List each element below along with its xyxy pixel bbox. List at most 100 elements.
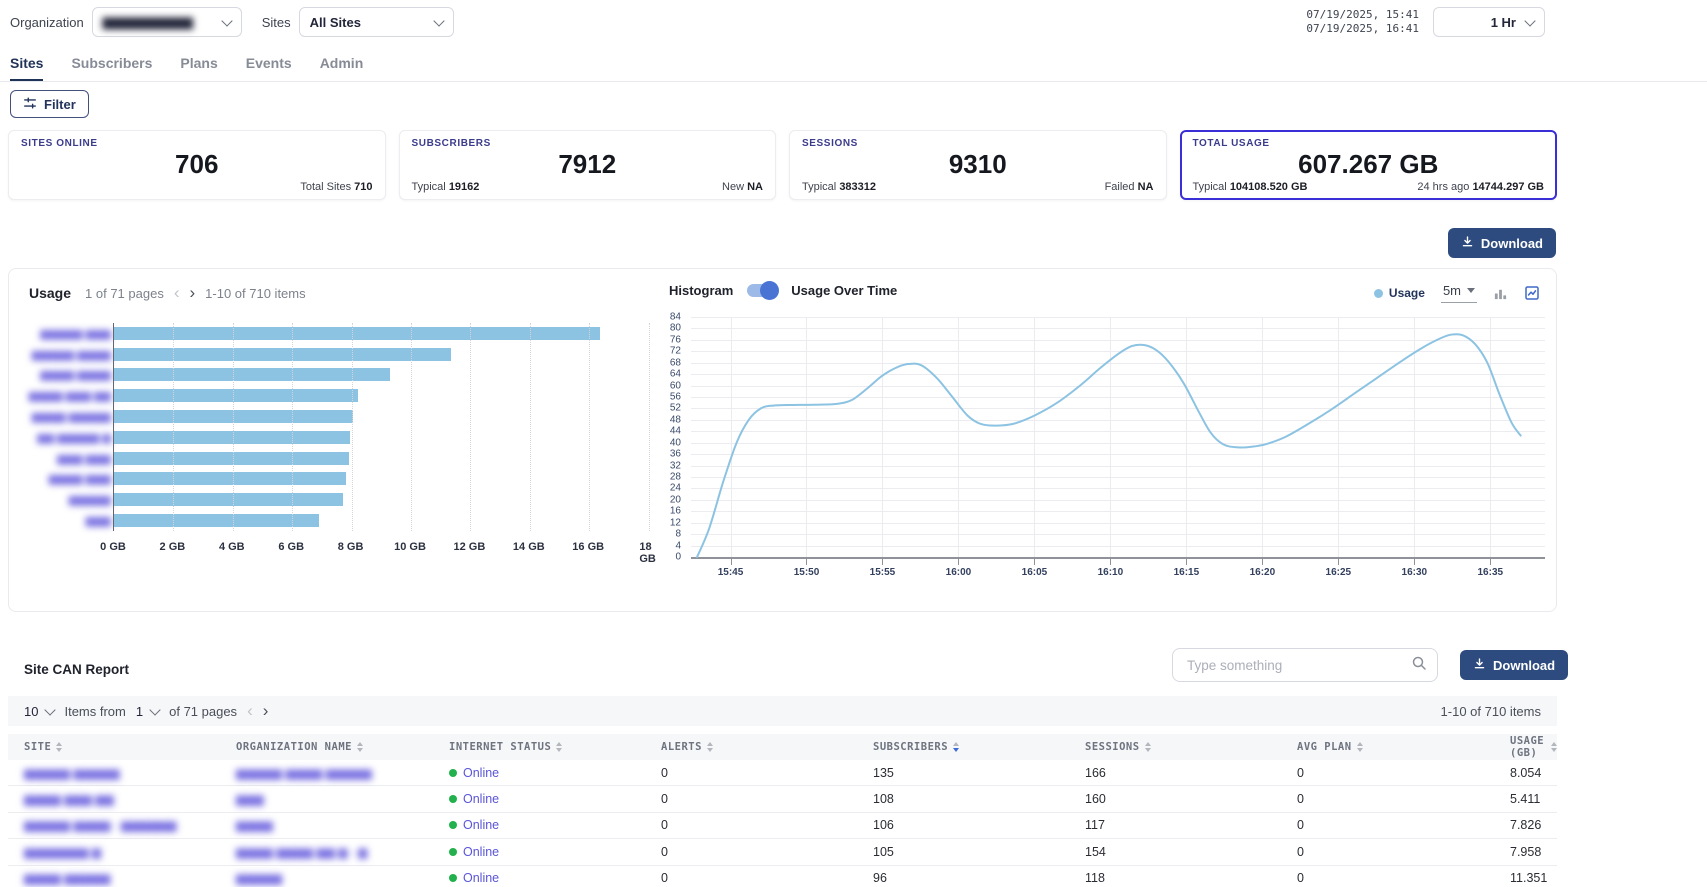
column-header-sessions[interactable]: SESSIONS [1085,734,1151,760]
line-y-tick-label: 56 [670,392,681,403]
organization-name-redacted[interactable]: ▆▆▆▆ ▆▆▆▆ ▆▆ ▆ - ▆ [236,839,367,864]
previous-page-icon[interactable]: ‹ [174,286,180,300]
previous-page-icon[interactable]: ‹ [247,704,253,718]
sort-arrows-icon[interactable] [707,742,713,752]
usage-over-time-label: Usage Over Time [791,283,897,298]
usage-bar[interactable] [114,344,659,365]
search-icon[interactable] [1411,655,1427,676]
tab-plans[interactable]: Plans [180,44,217,81]
organization-name-redacted[interactable]: ▆▆▆▆▆ [236,866,282,887]
bar-site-label-redacted[interactable]: ▆▆▆▆▆ ▆▆▆▆ [32,348,111,361]
card-sites-online[interactable]: SITES ONLINE 706 Total Sites 710 [8,130,386,200]
next-page-icon[interactable]: › [263,704,269,718]
site-link-redacted[interactable]: ▆▆▆▆ ▆▆▆▆▆ [24,866,110,887]
page-number-select[interactable]: 1 [136,704,159,719]
download-button-label: Download [1481,236,1543,251]
sort-arrows-icon[interactable] [1145,742,1151,752]
page-size-value: 10 [24,704,38,719]
bar-x-tick-label: 0 GB [100,541,126,553]
sort-arrows-icon[interactable] [953,742,959,752]
time-range-select[interactable]: 1 Hr [1433,7,1545,37]
site-link-redacted[interactable]: ▆▆▆▆▆ ▆▆▆▆▆ [24,760,120,785]
filter-sliders-icon [23,96,37,113]
card-subscribers[interactable]: SUBSCRIBERS 7912 Typical 19162 New NA [399,130,777,200]
organization-name-redacted[interactable]: ▆▆▆ [236,786,264,811]
card-total-usage-selected[interactable]: TOTAL USAGE 607.267 GB Typical 104108.52… [1180,130,1558,200]
bar-site-label-redacted[interactable]: ▆▆▆▆ ▆▆▆▆▆ [32,410,111,423]
bar-chart-view-icon[interactable] [1493,286,1508,301]
avg-plan-value: 0 [1297,760,1304,785]
usage-bar[interactable] [114,365,659,386]
tab-sites[interactable]: Sites [10,44,43,81]
usage-bar[interactable] [114,469,659,490]
card-sessions[interactable]: SESSIONS 9310 Typical 383312 Failed NA [789,130,1167,200]
internet-status-link[interactable]: Online [449,760,499,785]
sort-arrows-icon[interactable] [56,742,62,752]
bar-site-label-redacted[interactable]: ▆▆▆▆ ▆▆▆ ▆▆ [29,389,111,402]
sort-arrows-icon[interactable] [357,742,363,752]
sort-arrows-icon[interactable] [1357,742,1363,752]
bar-x-tick-label: 4 GB [219,541,245,553]
bar-site-label-redacted[interactable]: ▆▆▆ [86,514,111,527]
usage-items-label: 1-10 of 710 items [205,286,305,301]
internet-status-link[interactable]: Online [449,813,499,838]
site-link-redacted[interactable]: ▆▆▆▆ ▆▆▆ ▆▆ [24,786,114,811]
histogram-usage-toggle[interactable] [747,284,777,297]
interval-value: 5m [1443,283,1461,298]
column-header-alerts[interactable]: ALERTS [661,734,713,760]
line-chart-view-icon[interactable] [1524,285,1540,301]
interval-select[interactable]: 5m [1441,283,1477,303]
organization-name-redacted[interactable]: ▆▆▆▆ [236,813,273,838]
usage-bar[interactable] [114,427,659,448]
site-link-redacted[interactable]: ▆▆▆▆▆ ▆▆▆▆ - ▆▆▆▆▆▆ [24,813,176,838]
card-title: SESSIONS [802,138,1154,149]
internet-status-link[interactable]: Online [449,839,499,864]
next-page-icon[interactable]: › [190,286,196,300]
tab-events[interactable]: Events [246,44,292,81]
usage-bar[interactable] [114,510,659,531]
usage-bar[interactable] [114,448,659,469]
usage-bar[interactable] [114,406,659,427]
tab-admin[interactable]: Admin [320,44,364,81]
caret-down-icon [1467,288,1475,293]
organization-select[interactable]: ▆▆▆▆▆▆▆▆▆ [92,7,242,37]
avg-plan-value: 0 [1297,866,1304,887]
bar-site-label-redacted[interactable]: ▆▆▆▆ ▆▆▆▆ [40,368,111,381]
sort-arrows-icon[interactable] [556,742,562,752]
download-button[interactable]: Download [1448,228,1556,258]
bar-site-label-redacted[interactable]: ▆▆▆▆ ▆▆▆ [49,472,111,485]
subscribers-value: 105 [873,839,894,864]
column-header-subscribers[interactable]: SUBSCRIBERS [873,734,959,760]
page-size-select[interactable]: 10 [24,704,54,719]
site-link-redacted[interactable]: ▆▆▆▆▆▆▆ ▆ [24,839,101,864]
avg-plan-value: 0 [1297,839,1304,864]
histogram-toggle-label: Histogram [669,283,733,298]
chevron-down-icon [149,704,160,715]
subscribers-value: 96 [873,866,887,887]
column-header-internet-status[interactable]: INTERNET STATUS [449,734,562,760]
bar-site-label-redacted[interactable]: ▆▆▆ ▆▆▆ [57,452,111,465]
column-header-usage-gb-[interactable]: USAGE (GB) [1510,734,1557,760]
bar-x-tick-label: 12 GB [453,541,485,553]
usage-bar[interactable] [114,385,659,406]
usage-over-time-header: Histogram Usage Over Time [669,283,897,298]
column-header-organization-name[interactable]: ORGANIZATION NAME [236,734,363,760]
usage-bar[interactable] [114,323,659,344]
card-footer: Typical 383312 Failed NA [802,181,1154,193]
usage-bar[interactable] [114,489,659,510]
sites-select[interactable]: All Sites [299,7,454,37]
sort-arrows-icon[interactable] [1551,742,1557,752]
bar-site-label-redacted[interactable]: ▆▆ ▆▆▆▆▆ ▆ [37,431,111,444]
organization-name-redacted[interactable]: ▆▆▆▆▆ ▆▆▆▆ ▆▆▆▆▆ [236,760,372,785]
search-input[interactable] [1185,657,1411,674]
report-download-button[interactable]: Download [1460,650,1568,680]
tab-subscribers[interactable]: Subscribers [71,44,152,81]
internet-status-link[interactable]: Online [449,866,499,887]
online-status-dot-icon [449,874,457,882]
internet-status-link[interactable]: Online [449,786,499,811]
filter-button[interactable]: Filter [10,90,89,118]
bar-site-label-redacted[interactable]: ▆▆▆▆▆ [69,493,111,506]
bar-site-label-redacted[interactable]: ▆▆▆▆▆ ▆▆▆ [40,327,111,340]
column-header-site[interactable]: SITE [24,734,62,760]
column-header-avg-plan[interactable]: AVG PLAN [1297,734,1363,760]
